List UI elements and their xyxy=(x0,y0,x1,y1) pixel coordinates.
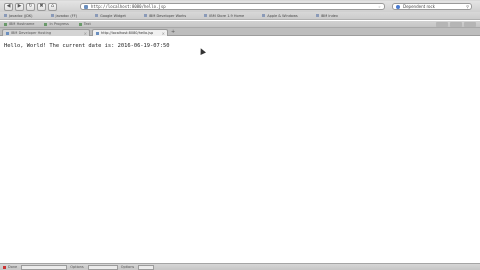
status-field[interactable] xyxy=(21,264,68,270)
browser-window: ◀ ▶ ↻ ✖ ⌂ http://localhost:8080/hello.js… xyxy=(0,0,480,270)
toolbar-control[interactable] xyxy=(436,22,448,27)
search-box[interactable]: Dependent rock ⚲ xyxy=(392,3,472,10)
bookmark-item[interactable]: IBM Store 1.9 Home xyxy=(204,14,244,18)
tab-label: http://localhost:8080/hello.jsp xyxy=(101,31,154,35)
status-field[interactable] xyxy=(138,264,155,270)
new-tab-icon[interactable]: + xyxy=(171,29,175,35)
stop-icon: ✖ xyxy=(39,3,44,9)
bookmark-icon xyxy=(4,14,7,17)
home-button[interactable]: ⌂ xyxy=(48,2,57,11)
search-box-value: Dependent rock xyxy=(403,4,435,9)
bookmark-icon xyxy=(143,14,147,17)
bookmark-icon xyxy=(262,14,266,17)
close-icon[interactable]: × xyxy=(84,31,87,36)
bookmark-item[interactable]: IBM Index xyxy=(315,14,338,18)
search-icon[interactable]: ⚲ xyxy=(466,4,469,9)
forward-button[interactable]: ▶ xyxy=(15,2,24,11)
stop-button[interactable]: ✖ xyxy=(37,2,46,11)
bookmark-item[interactable]: IBM Developer Works xyxy=(143,14,186,18)
toolbar-control[interactable] xyxy=(464,22,476,27)
close-icon[interactable]: × xyxy=(162,31,165,36)
toolbar-item[interactable]: IBM Hostname xyxy=(4,22,34,26)
site-favicon-icon xyxy=(84,4,88,9)
page-text: Hello, World! The current date is: 2016-… xyxy=(4,43,170,49)
bookmark-star-icon[interactable]: ☆ xyxy=(377,4,382,9)
bookmark-item[interactable]: Apple & Windows xyxy=(262,14,298,18)
bookmarks-toolbar: Javadoc (JDK) Javadoc (FF) Google Widget… xyxy=(0,12,480,20)
toolbar-control[interactable] xyxy=(450,22,462,27)
tab-favicon-icon xyxy=(6,31,9,35)
navigation-toolbar: ◀ ▶ ↻ ✖ ⌂ http://localhost:8080/hello.js… xyxy=(0,1,480,12)
tab-inactive[interactable]: IBM Developer Hosting × xyxy=(2,29,90,36)
forward-arrow-icon: ▶ xyxy=(17,3,22,9)
tab-strip: IBM Developer Hosting × http://localhost… xyxy=(0,28,480,36)
bookmark-icon xyxy=(95,14,99,17)
back-button[interactable]: ◀ xyxy=(4,2,13,11)
bookmark-item[interactable]: Javadoc (FF) xyxy=(50,14,77,18)
tab-favicon-icon xyxy=(96,31,99,35)
tab-label: IBM Developer Hosting xyxy=(11,31,52,35)
status-icon xyxy=(3,265,6,269)
toolbar-right-controls xyxy=(434,22,476,27)
reload-icon: ↻ xyxy=(28,3,33,9)
mouse-cursor-icon xyxy=(198,47,206,55)
status-item[interactable]: Options xyxy=(121,265,135,269)
bookmark-item[interactable]: Javadoc (JDK) xyxy=(4,14,33,18)
bookmark-item[interactable]: Google Widget xyxy=(95,14,126,18)
toolbar-item-icon xyxy=(44,22,48,26)
back-arrow-icon: ◀ xyxy=(6,3,11,9)
status-item[interactable]: Done xyxy=(3,265,17,269)
status-bar: Done Options Options xyxy=(0,263,480,270)
bookmark-icon xyxy=(50,14,54,17)
toolbar-item-icon xyxy=(4,22,7,26)
home-icon: ⌂ xyxy=(50,3,55,9)
toolbar-item[interactable]: Text xyxy=(78,22,91,26)
reload-button[interactable]: ↻ xyxy=(26,2,35,11)
address-bar-url: http://localhost:8080/hello.jsp xyxy=(91,4,166,9)
toolbar-item[interactable]: In Progress xyxy=(44,22,69,26)
status-item[interactable]: Options xyxy=(70,265,84,269)
status-field[interactable] xyxy=(87,264,118,270)
bookmark-icon xyxy=(204,14,208,17)
page-content: Hello, World! The current date is: 2016-… xyxy=(0,37,480,263)
tab-active[interactable]: http://localhost:8080/hello.jsp × xyxy=(92,29,168,36)
search-engine-icon xyxy=(396,4,400,9)
address-bar[interactable]: http://localhost:8080/hello.jsp ☆ xyxy=(80,3,385,10)
bookmark-icon xyxy=(315,14,319,17)
secondary-toolbar: IBM Hostname In Progress Text xyxy=(0,21,480,28)
toolbar-item-icon xyxy=(78,22,82,26)
